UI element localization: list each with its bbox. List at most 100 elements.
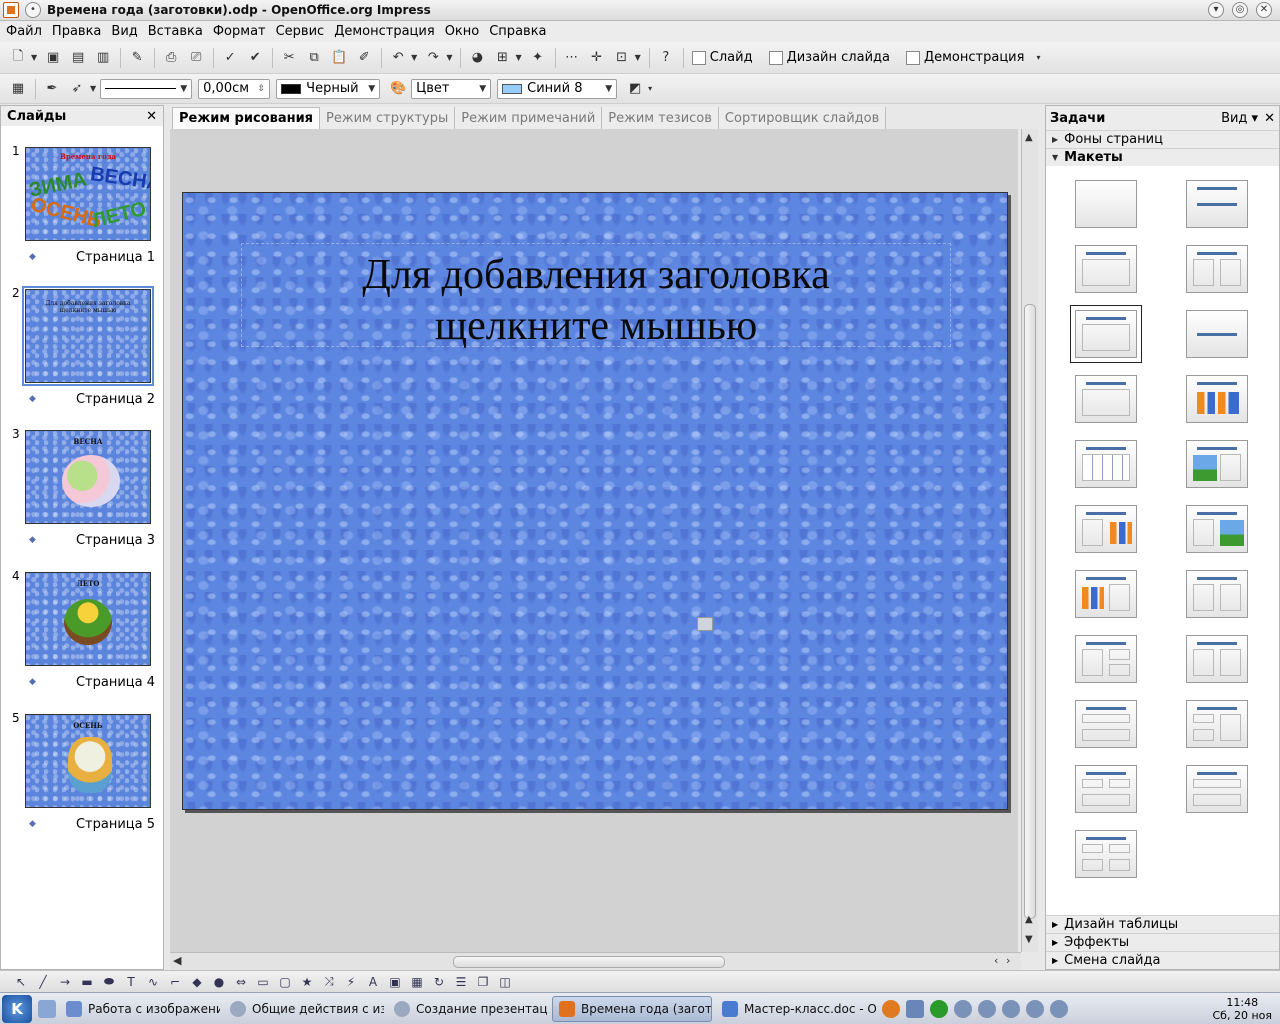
undo-icon[interactable]: ↶ xyxy=(386,47,410,69)
extrusion-icon[interactable]: ◫ xyxy=(494,975,516,989)
line-icon[interactable]: ✒ xyxy=(40,78,64,100)
slide-thumbnail-3[interactable]: 3 ВЕСНА ◆ Страница 3 xyxy=(1,427,163,557)
layout-title-2-objects-text[interactable] xyxy=(1186,635,1248,683)
layout-blank[interactable] xyxy=(1075,180,1137,228)
line-style-select[interactable]: ▼ xyxy=(100,78,193,99)
layout-title-2-objects-text-bottom[interactable] xyxy=(1075,765,1137,813)
updates-icon[interactable] xyxy=(1050,999,1068,1018)
horizontal-scroll-thumb[interactable] xyxy=(453,956,725,968)
zoom-icon[interactable]: ⊡ xyxy=(610,47,634,69)
insert-image-icon[interactable]: ▣ xyxy=(384,975,406,989)
table-dropdown-icon[interactable]: ▼ xyxy=(515,53,521,62)
select-icon[interactable]: ↖ xyxy=(10,975,32,989)
layout-title-object[interactable] xyxy=(1075,375,1137,423)
close-window-icon[interactable]: ✕ xyxy=(1256,2,1272,18)
k-menu-icon[interactable]: K xyxy=(2,994,32,1023)
layout-title-chart-text[interactable] xyxy=(1075,570,1137,618)
line-tool-icon[interactable]: ╱ xyxy=(32,975,54,989)
slide-thumbnail-4[interactable]: 4 ЛЕТО ◆ Страница 4 xyxy=(1,569,163,699)
styles-icon[interactable]: ▦ xyxy=(6,78,30,100)
rotate-icon[interactable]: ↻ xyxy=(428,975,450,989)
task-seasons-presentation[interactable]: Времена года (загото xyxy=(552,995,712,1022)
print-icon[interactable]: ⎚ xyxy=(184,47,208,69)
menu-window[interactable]: Окно xyxy=(445,24,480,39)
section-table-design[interactable]: ▶ Дизайн таблицы xyxy=(1046,915,1279,933)
content-placeholder-icon[interactable] xyxy=(697,617,713,631)
redo-icon[interactable]: ↷ xyxy=(421,47,445,69)
impress-app-icon[interactable] xyxy=(3,2,19,18)
close-panel-icon[interactable]: ✕ xyxy=(146,109,157,124)
paste-icon[interactable]: 📋 xyxy=(327,47,351,69)
undo-dropdown-icon[interactable]: ▼ xyxy=(411,53,417,62)
new-document-icon[interactable]: 🗋 xyxy=(6,47,30,69)
menu-insert[interactable]: Вставка xyxy=(148,24,203,39)
connector-icon[interactable]: ⌐ xyxy=(164,975,186,989)
curve-icon[interactable]: ∿ xyxy=(142,975,164,989)
layout-title-text-object[interactable] xyxy=(1186,570,1248,618)
slide-preview[interactable]: ВЕСНА xyxy=(25,430,151,524)
horizontal-scrollbar[interactable]: ◀ ‹ › xyxy=(170,952,1021,970)
table-icon[interactable]: ⊞ xyxy=(490,47,514,69)
layout-title-object-over-text[interactable] xyxy=(1075,700,1137,748)
menu-file[interactable]: Файл xyxy=(6,24,42,39)
menu-edit[interactable]: Правка xyxy=(52,24,101,39)
text-tool-icon[interactable]: T xyxy=(120,975,142,989)
menu-help[interactable]: Справка xyxy=(489,24,546,39)
fill-color-select[interactable]: Синий 8 ▼ xyxy=(497,78,618,99)
scroll-right-icon[interactable]: › xyxy=(1006,954,1010,967)
scroll-left-icon[interactable]: ◀ xyxy=(173,954,181,967)
keyboard-layout-icon[interactable] xyxy=(954,999,972,1018)
layout-title-image-text[interactable] xyxy=(1186,440,1248,488)
layout-title-slide-selected[interactable] xyxy=(1075,310,1137,358)
vertical-scrollbar[interactable]: ▲ ▲ ▼ xyxy=(1021,129,1038,952)
fill-type-select[interactable]: Цвет ▼ xyxy=(411,78,492,99)
slide-editor[interactable]: Для добавления заголовка щелкните мышью xyxy=(170,129,1018,952)
basic-shapes-icon[interactable]: ◆ xyxy=(186,975,208,989)
layout-title-text-2-objects[interactable] xyxy=(1075,635,1137,683)
shadow-icon[interactable]: ◩ xyxy=(623,78,647,100)
scroll-up-icon[interactable]: ▲ xyxy=(1025,132,1033,143)
tab-outline[interactable]: Режим структуры xyxy=(320,107,456,129)
layout-title-4-objects[interactable] xyxy=(1075,830,1137,878)
menu-format[interactable]: Формат xyxy=(213,24,266,39)
layout-centered-text[interactable] xyxy=(1186,310,1248,358)
new-slide-button[interactable]: Слайд xyxy=(688,47,757,69)
title-placeholder[interactable]: Для добавления заголовка щелкните мышью xyxy=(241,243,951,349)
toolbar-overflow-icon[interactable]: ▾ xyxy=(648,84,652,93)
tab-slide-sorter[interactable]: Сортировщик слайдов xyxy=(718,107,887,129)
autospellcheck-icon[interactable]: ✔ xyxy=(243,47,267,69)
format-paintbrush-icon[interactable]: ✐ xyxy=(352,47,376,69)
export-pdf-icon[interactable]: ⎙ xyxy=(159,47,183,69)
save-icon[interactable]: ▤ xyxy=(66,47,90,69)
layout-title-text-over-object[interactable] xyxy=(1186,765,1248,813)
close-panel-icon[interactable]: ✕ xyxy=(1264,111,1275,126)
task-master-class-doc[interactable]: Мастер-класс.doc - Op xyxy=(716,996,876,1022)
show-desktop-icon[interactable] xyxy=(906,999,924,1018)
fontwork-icon[interactable]: A xyxy=(362,975,384,989)
current-slide[interactable]: Для добавления заголовка щелкните мышью xyxy=(182,192,1008,810)
layout-title-chart[interactable] xyxy=(1186,375,1248,423)
redo-dropdown-icon[interactable]: ▼ xyxy=(446,53,452,62)
area-icon[interactable]: 🎨 xyxy=(386,78,410,100)
scroll-left-icon[interactable]: ‹ xyxy=(994,954,998,967)
arrange-icon[interactable]: ❐ xyxy=(472,975,494,989)
task-create-presentation[interactable]: Создание презентац xyxy=(388,996,548,1022)
chart-icon[interactable]: ◕ xyxy=(465,47,489,69)
toolbar-overflow-icon[interactable]: ▾ xyxy=(1036,53,1040,62)
block-arrows-icon[interactable]: ⇔ xyxy=(230,975,252,989)
slide-design-button[interactable]: Дизайн слайда xyxy=(765,47,894,69)
slide-preview-selected[interactable]: Для добавления заголовка щелкните мышью xyxy=(22,286,154,386)
minimize-icon[interactable]: ▾ xyxy=(1208,2,1224,18)
help-icon[interactable]: ? xyxy=(654,47,678,69)
ellipse-icon[interactable]: ⬬ xyxy=(98,974,120,989)
slide-thumbnail-5[interactable]: 5 ОСЕНЬ ◆ Страница 5 xyxy=(1,711,163,841)
layout-title-2-content[interactable] xyxy=(1186,245,1248,293)
maximize-icon[interactable]: ◎ xyxy=(1232,2,1248,18)
flowchart-icon[interactable]: ▭ xyxy=(252,975,274,989)
show-draw-functions-icon[interactable]: ✦ xyxy=(526,47,550,69)
align-icon[interactable]: ☰ xyxy=(450,975,472,989)
stars-icon[interactable]: ★ xyxy=(296,975,318,989)
arrow-style-dropdown-icon[interactable]: ▼ xyxy=(90,84,96,93)
clipboard-icon[interactable] xyxy=(1026,999,1044,1018)
grid-icon[interactable]: ⋯ xyxy=(560,47,584,69)
